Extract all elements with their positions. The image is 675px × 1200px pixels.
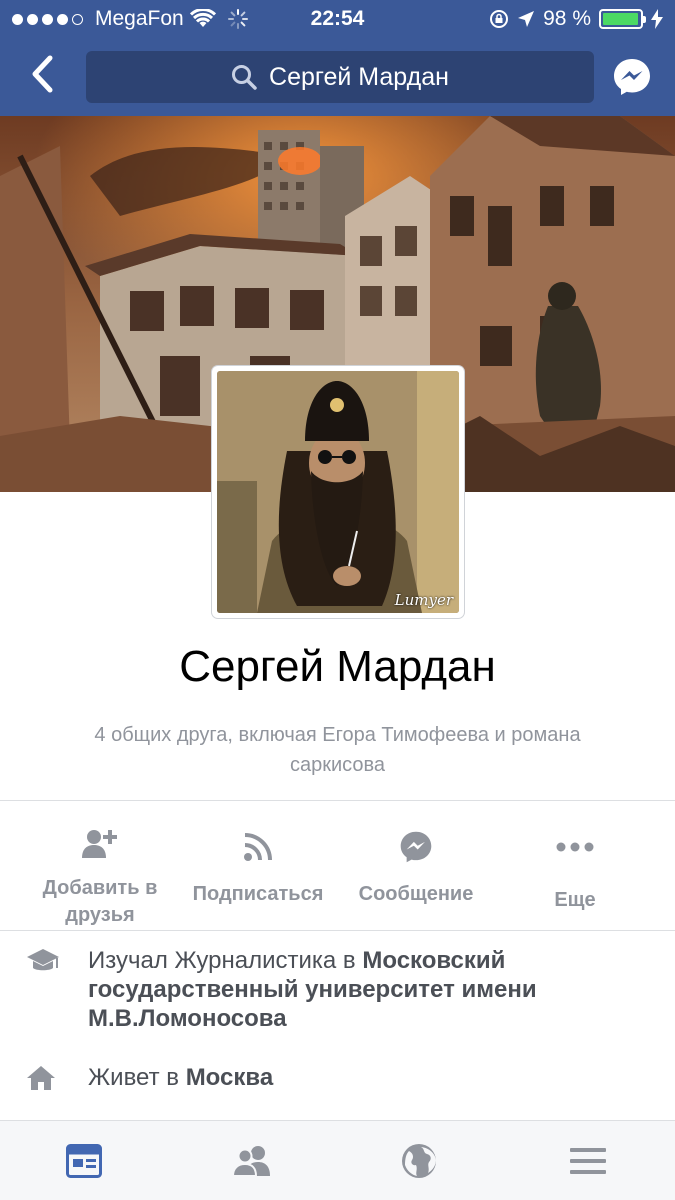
more-label: Еще — [554, 889, 596, 911]
profile-actions: Добавить в друзья Подписаться Сообщение — [0, 801, 675, 929]
avatar-image: Lumyer — [217, 371, 459, 613]
tab-notifications[interactable] — [335, 1121, 503, 1200]
globe-icon — [402, 1144, 436, 1178]
friends-icon — [232, 1146, 270, 1177]
message-label: Сообщение — [358, 883, 474, 905]
news-feed-icon — [66, 1144, 102, 1178]
tab-menu[interactable] — [504, 1121, 672, 1200]
follow-label: Подписаться — [192, 883, 324, 905]
battery-percent: 98 % — [543, 7, 591, 30]
messenger-button[interactable] — [611, 56, 653, 98]
battery-icon — [599, 9, 646, 29]
more-icon — [556, 842, 594, 852]
status-bar: MegaFon 22:54 98 % — [0, 0, 675, 38]
add-friend-icon — [82, 830, 117, 858]
chevron-left-icon — [32, 55, 53, 93]
education-text: Изучал Журналистика в Московский государ… — [88, 946, 648, 1033]
add-friend-button[interactable]: Добавить в друзья — [20, 801, 180, 929]
follow-button[interactable]: Подписаться — [178, 801, 338, 929]
messenger-icon — [400, 831, 432, 863]
mutual-friends-text[interactable]: 4 общих друга, включая Егора Тимофеева и… — [50, 720, 625, 780]
more-button[interactable]: Еще — [495, 801, 655, 929]
search-bar[interactable]: Сергей Мардан — [86, 51, 594, 103]
divider — [0, 930, 675, 931]
location-icon — [518, 11, 535, 27]
top-bar: MegaFon 22:54 98 % Сергей Мардан — [0, 0, 675, 116]
charging-bolt-icon — [651, 9, 663, 29]
profile-picture[interactable]: Lumyer — [212, 366, 464, 618]
message-button[interactable]: Сообщение — [336, 801, 496, 929]
avatar-illustration — [217, 371, 459, 613]
search-text: Сергей Мардан — [269, 62, 449, 91]
avatar-watermark: Lumyer — [394, 591, 453, 609]
nav-bar: Сергей Мардан — [0, 38, 675, 116]
menu-icon — [570, 1148, 606, 1174]
education-prefix: Изучал Журналистика в — [88, 947, 363, 974]
home-icon — [27, 1066, 55, 1090]
profile-name: Сергей Мардан — [179, 642, 496, 691]
graduation-cap-icon — [27, 949, 59, 971]
rotation-lock-icon — [490, 10, 509, 28]
lives-prefix: Живет в — [88, 1064, 186, 1091]
rss-icon — [244, 833, 272, 861]
search-icon — [232, 65, 257, 90]
tab-friends[interactable] — [168, 1121, 336, 1200]
lives-place[interactable]: Москва — [186, 1064, 273, 1091]
lives-in-text: Живет в Москва — [88, 1063, 648, 1092]
back-button[interactable] — [20, 52, 64, 96]
messenger-icon — [614, 59, 650, 95]
add-friend-label: Добавить в друзья — [42, 877, 158, 926]
bottom-tab-bar — [0, 1120, 675, 1200]
tab-news-feed[interactable] — [0, 1121, 168, 1200]
